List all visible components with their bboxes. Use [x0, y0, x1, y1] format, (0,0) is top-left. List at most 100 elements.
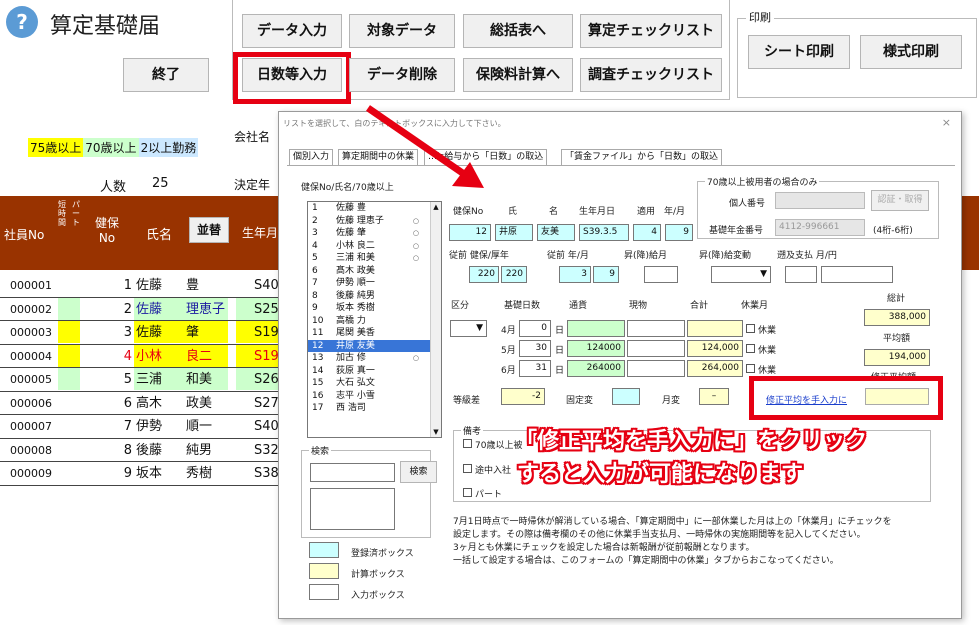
search-input[interactable] [310, 463, 395, 482]
birth-cell: S40 [254, 278, 279, 293]
calc-checklist-button[interactable]: 算定チェックリスト [580, 14, 722, 48]
list-item[interactable]: 10 高橋 力 [308, 315, 441, 328]
retro-month-field[interactable] [785, 266, 817, 283]
remarks-midjoin-checkbox[interactable] [463, 464, 472, 473]
search-result-box[interactable] [310, 488, 395, 530]
days-field[interactable]: 30 [519, 340, 551, 357]
close-icon[interactable]: × [942, 116, 951, 129]
given-field: 友美 [537, 224, 575, 241]
leave-checkbox[interactable] [746, 344, 755, 353]
table-row[interactable]: 000004 4 小林 良二 S19.8 [0, 344, 291, 368]
sheet-print-button[interactable]: シート印刷 [748, 35, 850, 69]
help-icon[interactable]: ? [6, 6, 38, 38]
search-button[interactable]: 検索 [400, 461, 437, 483]
leave-checkbox[interactable] [746, 324, 755, 333]
list-item[interactable]: 4 小林 良二 ○ [308, 240, 441, 253]
over70-mark: ○ [412, 241, 419, 250]
leave-month-label: 休業月 [741, 301, 769, 311]
goods-field[interactable] [627, 320, 685, 337]
kubun-select[interactable]: ▼ [450, 320, 487, 337]
days-field[interactable]: 0 [519, 320, 551, 337]
goods-label: 現物 [629, 301, 648, 311]
pay-change-field[interactable] [644, 266, 678, 283]
premium-calc-button[interactable]: 保険料計算へ [463, 58, 573, 92]
list-item[interactable]: 1 佐藤 豊 [308, 202, 441, 215]
list-item-no: 10 [312, 315, 324, 326]
currency-field[interactable]: 264000 [567, 360, 625, 377]
list-item-no: 14 [312, 365, 324, 376]
survey-checklist-button[interactable]: 調査チェックリスト [580, 58, 722, 92]
end-button[interactable]: 終了 [123, 58, 209, 92]
remarks-part-checkbox[interactable] [463, 488, 472, 497]
list-item-no: 7 [312, 278, 318, 288]
list-item-no: 11 [312, 328, 324, 338]
currency-field[interactable] [567, 320, 625, 337]
list-item[interactable]: 11 尾関 美香 [308, 327, 441, 340]
employee-list[interactable]: 1 佐藤 豊 2 佐藤 理恵子 ○ 3 佐藤 肇 ○ 4 小林 良二 ○ 5 三浦 和美 ○ 6 髙木 政美 7… [307, 201, 442, 438]
table-row[interactable]: 000001 1 佐藤豊 S40 [0, 274, 279, 298]
note-line-4: 一括して設定する場合は、このフォームの「算定期間中の休業」タブからおこなってくだ… [453, 556, 839, 566]
data-input-button[interactable]: データ入力 [242, 14, 342, 48]
list-item[interactable]: 16 志平 小雪 [308, 390, 441, 403]
days-field[interactable]: 31 [519, 360, 551, 377]
col-health-no: 健保No [94, 216, 119, 245]
digits-hint: (4桁-6桁) [873, 226, 913, 236]
remarks-label: 備考 [461, 424, 484, 437]
list-item-no: 5 [312, 253, 318, 263]
list-item[interactable]: 14 荻原 真一 [308, 365, 441, 378]
table-row[interactable]: 000005 5 三浦 和美 S26.7 [0, 368, 291, 392]
goods-field[interactable] [627, 360, 685, 377]
leave-checkbox-label: 休業 [758, 326, 777, 336]
month-label: 4月 [501, 326, 516, 336]
table-row[interactable]: 000008 8 後藤 純男 S32.5 [0, 439, 291, 462]
form-print-button[interactable]: 様式印刷 [860, 35, 962, 69]
table-row[interactable]: 000009 9 坂本 秀樹 S38.4 [0, 462, 292, 486]
annotation-line-1: 「修正平均を手入力に」をクリック [515, 429, 868, 454]
currency-label: 通貨 [569, 301, 588, 311]
remarks-midjoin-label: 途中入社 [475, 466, 512, 476]
scroll-up-icon[interactable]: ▲ [431, 202, 441, 212]
tab-wage-file-import[interactable]: 「賃金ファイル」から「日数」の取込 [561, 149, 723, 166]
birth-cell: S38.4 [254, 466, 292, 481]
list-item[interactable]: 6 髙木 政美 [308, 265, 441, 278]
list-item[interactable]: 15 大石 弘文 [308, 377, 441, 390]
list-scrollbar[interactable]: ▲ ▼ [430, 202, 441, 437]
list-item[interactable]: 9 坂本 秀樹 [308, 302, 441, 315]
tab-individual[interactable]: 個別入力 [289, 149, 334, 166]
health-no-cell: 7 [123, 419, 132, 434]
emp-no-cell: 000004 [10, 349, 52, 363]
remarks-over70-checkbox[interactable] [463, 439, 472, 448]
target-data-button[interactable]: 対象データ [349, 14, 455, 48]
leave-checkbox[interactable] [746, 364, 755, 373]
table-row[interactable]: 000003 3 佐藤肇 S19.8 [0, 321, 291, 345]
data-delete-button[interactable]: データ削除 [349, 58, 455, 92]
currency-field[interactable]: 124000 [567, 340, 625, 357]
prev-pension-label: 従前 健保/厚年 [449, 251, 509, 261]
table-row[interactable]: 000006 6 高木 政美 S27 [0, 392, 279, 415]
calc-box-label: 計算ボックス [351, 570, 405, 580]
table-row[interactable]: 000002 2 佐藤 理恵子 S25.6 [0, 297, 291, 321]
list-item[interactable]: 2 佐藤 理恵子 ○ [308, 215, 441, 228]
list-item[interactable]: 3 佐藤 肇 ○ [308, 227, 441, 240]
retro-amount-field[interactable] [821, 266, 893, 283]
list-item[interactable]: 12 井原 友美 [308, 339, 441, 352]
scroll-down-icon[interactable]: ▼ [431, 427, 441, 437]
health-no-cell: 3 [123, 325, 132, 340]
summary-button[interactable]: 総括表へ [463, 14, 573, 48]
month-label: 5月 [501, 346, 516, 356]
list-item[interactable]: 5 三浦 和美 ○ [308, 252, 441, 265]
pay-var-select[interactable]: ▼ [711, 266, 771, 283]
list-item[interactable]: 17 西 浩司 [308, 402, 441, 415]
sort-button[interactable]: 並替 [189, 217, 229, 243]
list-item[interactable]: 13 加古 修 ○ [308, 352, 441, 365]
over70-group-label: 70歳以上被用者の場合のみ [705, 175, 820, 188]
legend-multi: 2以上勤務 [138, 138, 199, 157]
name-cell: 佐藤肇 [134, 321, 228, 343]
goods-field[interactable] [627, 340, 685, 357]
table-row[interactable]: 000007 7 伊勢 順一 S40 [0, 415, 279, 439]
auth-button[interactable]: 認証・取得 [871, 190, 929, 211]
registered-box-label: 登録済ボックス [351, 549, 414, 559]
list-item[interactable]: 7 伊勢 順一 [308, 277, 441, 290]
registered-box-swatch [309, 542, 339, 558]
list-item[interactable]: 8 後藤 純男 [308, 290, 441, 303]
